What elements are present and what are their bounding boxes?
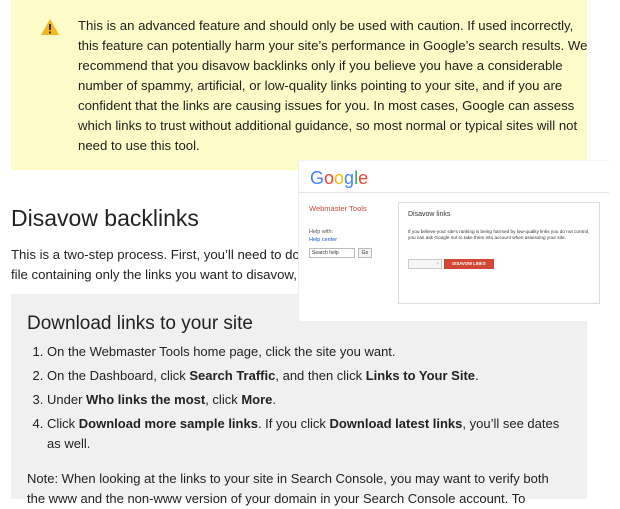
panel-text: If you believe your site's ranking is be… [408,229,590,240]
download-title: Download links to your site [27,313,253,334]
search-help-input[interactable]: Search help [309,248,355,258]
disavow-links-button[interactable]: DISAVOW LINKS [444,259,494,269]
note-line-1: Note: When looking at the links to your … [27,471,549,486]
warning-text: This is an advanced feature and should o… [78,18,588,153]
step-bold: Download latest links [329,416,463,431]
step-bold: Who links the most [86,392,206,407]
step-item: Under Who links the most, click More. [47,390,567,410]
step-text: On the Dashboard, click [47,368,190,383]
warning-triangle-icon [41,19,59,35]
google-logo: Google [310,168,368,189]
section-intro: This is a two-step process. First, you’l… [11,245,301,285]
step-bold: Search Traffic [189,368,276,383]
help-label: Help with: [309,229,334,235]
header-divider [299,192,609,193]
step-text: . If you click [257,416,330,431]
warning-callout: This is an advanced feature and should o… [11,0,587,170]
help-section: Help with: Help center [309,228,337,244]
logo-letter: o [334,168,345,188]
step-text: Under [47,392,87,407]
step-bold: Download more sample links [78,416,258,431]
steps-list: On the Webmaster Tools home page, click … [27,342,567,458]
download-instructions-box: Download links to your site On the Webma… [11,294,587,506]
note-text: Note: When looking at the links to your … [27,469,557,509]
intro-line-2: file containing only the links you want … [11,267,301,282]
disavow-panel: Disavow links If you believe your site's… [398,202,600,304]
go-button[interactable]: Go [358,248,372,258]
step-text: . [475,368,479,383]
step-text: Click [47,416,79,431]
site-select[interactable]: ÷ [408,259,442,269]
logo-letter: e [358,168,369,188]
step-text: . [272,392,277,407]
step-text: On the Webmaster Tools home page, click … [47,344,396,359]
step-item: On the Dashboard, click Search Traffic, … [47,366,567,386]
intro-line-1: This is a two-step process. First, you’l… [11,247,301,262]
logo-letter: g [344,168,355,188]
section-title: Disavow backlinks [11,205,199,231]
app-title: Webmaster Tools [309,204,367,213]
step-item: Click Download more sample links. If you… [47,414,567,454]
step-item: On the Webmaster Tools home page, click … [47,342,567,362]
webmaster-tools-screenshot: Google Webmaster Tools Help with: Help c… [298,160,609,321]
panel-title: Disavow links [408,211,451,218]
help-center-link[interactable]: Help center [309,237,337,243]
logo-letter: o [324,168,335,188]
step-bold: Links to Your Site [365,368,476,383]
step-text: , click [205,392,242,407]
step-bold: More [241,392,273,407]
logo-letter: G [310,168,325,188]
step-text: , and then click [275,368,366,383]
